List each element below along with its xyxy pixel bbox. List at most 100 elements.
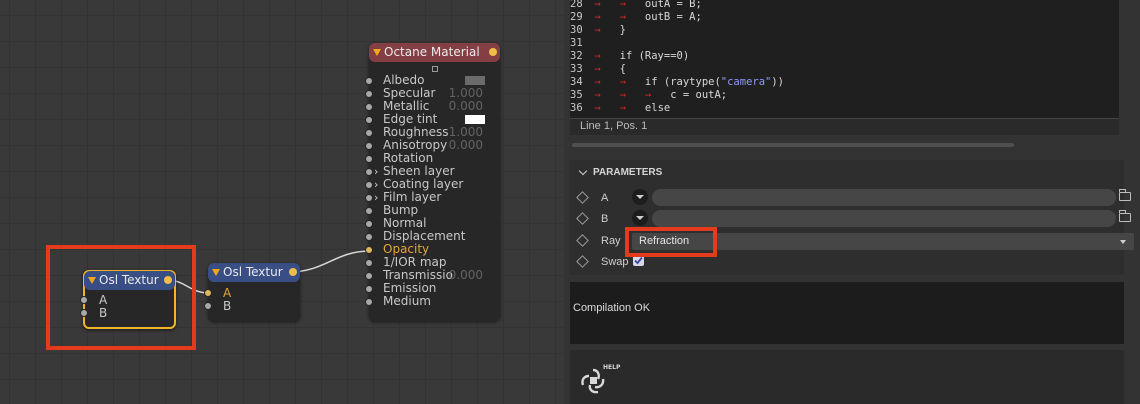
line-number: 34 — [570, 76, 583, 88]
input-pin[interactable] — [365, 77, 373, 85]
code-line[interactable]: 36 → → else — [570, 102, 1119, 115]
node-graph-canvas[interactable]: Octane Material Albedo Specular 1.000 Metal… — [0, 0, 564, 404]
input-pin[interactable] — [365, 259, 373, 267]
node-header[interactable]: Octane Material — [369, 43, 500, 62]
highlight-box — [625, 227, 717, 257]
tab-arrow-icon: → — [594, 11, 620, 23]
input-pin[interactable] — [365, 116, 373, 124]
tab-arrow-icon: → — [594, 76, 620, 88]
input-pin[interactable] — [365, 272, 373, 280]
color-swatch[interactable] — [465, 115, 485, 124]
input-pin[interactable] — [365, 155, 373, 163]
node-header[interactable]: Osl Textur — [208, 263, 300, 282]
node-title: Osl Textur — [223, 265, 283, 279]
input-pin[interactable] — [365, 181, 373, 189]
input-pin[interactable] — [365, 142, 373, 150]
tab-arrow-icon: → — [594, 24, 620, 36]
code-line[interactable]: 32 → if (Ray==0) — [570, 50, 1119, 63]
texture-link-field[interactable] — [652, 189, 1116, 206]
gutter-space — [588, 37, 594, 49]
tab-arrow-icon: → — [619, 0, 645, 10]
line-number: 28 — [570, 0, 583, 10]
line-number: 30 — [570, 24, 583, 36]
compile-status: Compilation OK — [573, 302, 651, 314]
pin-label: Medium — [383, 294, 431, 308]
code-string: "camera" — [720, 76, 772, 88]
tab-arrow-icon: → — [594, 63, 620, 75]
octane-material-node[interactable]: Octane Material Albedo Specular 1.000 Metal… — [365, 43, 500, 321]
osl-texture-node[interactable]: Osl Textur A B — [204, 263, 300, 321]
param-label: Ray — [601, 235, 621, 247]
param-row-a: A — [570, 189, 1131, 207]
code-line[interactable]: 34 → → if (raytype("camera")) — [570, 76, 1119, 89]
input-label: B — [223, 299, 232, 313]
animation-key-icon[interactable] — [576, 234, 589, 247]
line-number: 33 — [570, 63, 583, 75]
code-line[interactable]: 28 → → outA = B; — [570, 0, 1119, 11]
code-line[interactable]: 29 → → outB = A; — [570, 11, 1119, 24]
input-pin[interactable] — [365, 103, 373, 111]
pin-value[interactable]: 0.000 — [433, 269, 483, 282]
inspector-panel: 28 → → outA = B; 29 → → outB = A; 30 → } 31… — [564, 0, 1140, 404]
code-text: outB = A; — [644, 11, 702, 23]
help-button[interactable]: HELP — [578, 364, 620, 398]
input-pin[interactable] — [365, 220, 373, 228]
pin-value[interactable]: 0.000 — [433, 100, 483, 113]
param-label: B — [601, 213, 609, 225]
link-dropdown-button[interactable] — [632, 210, 648, 226]
code-text: if (raytype( — [644, 76, 721, 88]
highlight-box — [46, 245, 196, 350]
help-bar: HELP — [570, 350, 1124, 404]
chevron-right-icon[interactable]: › — [374, 165, 378, 178]
line-number: 35 — [570, 89, 583, 101]
chevron-right-icon[interactable]: › — [374, 191, 378, 204]
input-pin[interactable] — [365, 129, 373, 137]
param-row-b: B — [570, 210, 1131, 228]
line-number: 29 — [570, 11, 583, 23]
animation-key-icon[interactable] — [576, 212, 589, 225]
input-pin[interactable] — [365, 168, 373, 176]
input-pin[interactable] — [365, 90, 373, 98]
line-number: 36 — [570, 102, 583, 114]
input-pin[interactable] — [365, 194, 373, 202]
chevron-right-icon[interactable]: › — [374, 178, 378, 191]
collapse-triangle-icon[interactable] — [212, 269, 220, 276]
folder-icon[interactable] — [1119, 210, 1131, 222]
animation-key-icon[interactable] — [576, 255, 589, 268]
tab-arrow-icon: → — [594, 89, 620, 101]
code-line[interactable]: 33 → { — [570, 63, 1119, 76]
input-pin[interactable] — [365, 298, 373, 306]
output-pin[interactable] — [489, 48, 497, 56]
code-line[interactable]: 35 → → → c = outA; — [570, 89, 1119, 102]
color-swatch[interactable] — [465, 76, 485, 85]
output-pin[interactable] — [289, 268, 297, 276]
input-pin[interactable] — [204, 289, 212, 297]
line-number: 32 — [570, 50, 583, 62]
input-pin[interactable] — [365, 285, 373, 293]
code-line[interactable]: 30 → } — [570, 24, 1119, 37]
parameters-section: PARAMETERS A B Ray Refraction Swap — [570, 160, 1134, 275]
texture-link-field[interactable] — [652, 210, 1116, 227]
collapse-triangle-icon[interactable] — [373, 49, 381, 56]
input-pin[interactable] — [365, 233, 373, 241]
help-label: HELP — [603, 364, 621, 371]
input-pin[interactable] — [365, 207, 373, 215]
tab-arrow-icon: → — [594, 102, 620, 114]
panel-splitter[interactable] — [572, 143, 1014, 147]
code-line[interactable]: 31 — [570, 37, 1119, 50]
tab-arrow-icon: → — [619, 11, 645, 23]
tab-arrow-icon: → — [594, 50, 620, 62]
tab-arrow-icon: → — [619, 89, 645, 101]
code-text: )) — [771, 76, 785, 88]
input-pin[interactable] — [365, 246, 373, 254]
animation-key-icon[interactable] — [576, 191, 589, 204]
tab-arrow-icon: → — [619, 102, 645, 114]
section-title: PARAMETERS — [593, 167, 663, 178]
osl-code-editor[interactable]: 28 → → outA = B; 29 → → outB = A; 30 → } 31… — [570, 0, 1119, 135]
folder-icon[interactable] — [1119, 189, 1131, 201]
pin-value[interactable]: 0.000 — [433, 139, 483, 152]
link-dropdown-button[interactable] — [632, 189, 648, 205]
code-text: else — [644, 102, 671, 114]
input-pin[interactable] — [204, 302, 212, 310]
compile-output: Compilation OK — [570, 282, 1124, 344]
